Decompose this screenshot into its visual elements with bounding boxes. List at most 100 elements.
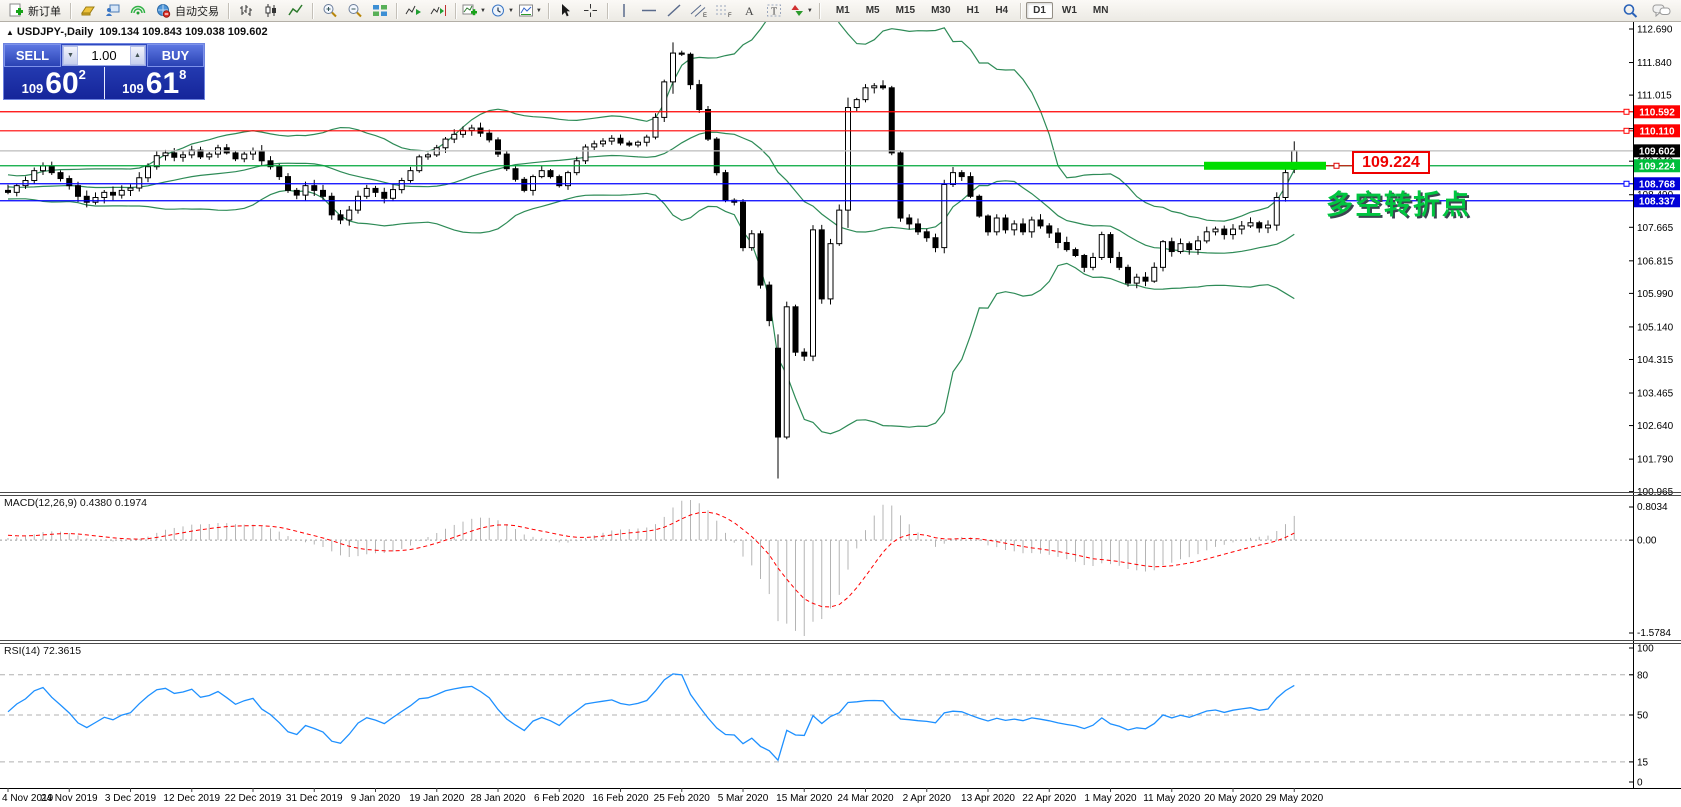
candle bbox=[1274, 197, 1279, 225]
timeframe-H1[interactable]: H1 bbox=[960, 2, 987, 19]
timeframe-M5[interactable]: M5 bbox=[859, 2, 887, 19]
sell-button[interactable]: SELL bbox=[4, 44, 61, 67]
date-axis-label: 29 May 2020 bbox=[1265, 793, 1323, 804]
metaeditor-button[interactable] bbox=[75, 1, 100, 20]
periods-button[interactable]: ▼ bbox=[488, 1, 516, 20]
candle bbox=[758, 234, 763, 285]
zoom-out-button[interactable] bbox=[342, 1, 367, 20]
turning-point-text-annotation[interactable]: 多空转折点 bbox=[1326, 183, 1471, 222]
triangle-up-icon: ▲ bbox=[134, 52, 141, 59]
candle bbox=[391, 190, 396, 199]
rsi-panel bbox=[0, 674, 1633, 762]
vertical-line-icon bbox=[617, 3, 631, 18]
templates-button[interactable]: ▼ bbox=[516, 1, 544, 20]
text-label-button[interactable]: T bbox=[762, 1, 787, 20]
zoom-in-button[interactable] bbox=[317, 1, 342, 20]
price-badge-text: 109.224 bbox=[1639, 161, 1676, 172]
volume-input[interactable] bbox=[78, 46, 130, 65]
separator bbox=[396, 3, 397, 19]
trade-panel-controls: SELL ▼ ▲ BUY bbox=[4, 44, 204, 67]
candle bbox=[233, 153, 238, 159]
line-chart-button[interactable] bbox=[283, 1, 308, 20]
toolbar: 新订单 自动交易 ▼ ▼ ▼ E F A T ▼ M1M5M15M30H1H4 D… bbox=[0, 0, 1681, 22]
chat-button[interactable] bbox=[1649, 1, 1674, 20]
candle bbox=[653, 117, 658, 137]
gold-box-icon bbox=[80, 3, 96, 18]
timeframe-W1[interactable]: W1 bbox=[1055, 2, 1084, 19]
autotrading-button[interactable]: 自动交易 bbox=[150, 1, 224, 20]
vertical-line-button[interactable] bbox=[612, 1, 637, 20]
candle bbox=[259, 151, 264, 161]
candle bbox=[828, 244, 833, 299]
candle bbox=[837, 210, 842, 244]
text-button[interactable]: A bbox=[737, 1, 762, 20]
candle bbox=[1038, 220, 1043, 226]
trendline-button[interactable] bbox=[662, 1, 687, 20]
candle bbox=[924, 232, 929, 238]
auto-scroll-button[interactable] bbox=[401, 1, 426, 20]
bar-chart-button[interactable] bbox=[233, 1, 258, 20]
zoom-out-icon bbox=[347, 3, 363, 18]
sell-price[interactable]: 109 60 2 bbox=[4, 67, 105, 99]
virtual-hosting-button[interactable] bbox=[100, 1, 125, 20]
candle bbox=[767, 285, 772, 321]
volume-decrease-button[interactable]: ▼ bbox=[63, 46, 78, 65]
thick-green-line-annotation[interactable] bbox=[1204, 162, 1326, 170]
price-axis-tick: 112.690 bbox=[1637, 25, 1673, 36]
volume-increase-button[interactable]: ▲ bbox=[130, 46, 145, 65]
sell-price-big: 60 bbox=[45, 71, 78, 97]
terminal-icon bbox=[105, 3, 121, 18]
timeframe-H4[interactable]: H4 bbox=[988, 2, 1015, 19]
cursor-button[interactable] bbox=[553, 1, 578, 20]
buy-button[interactable]: BUY bbox=[147, 44, 204, 67]
candle bbox=[41, 166, 46, 171]
candle bbox=[898, 153, 903, 218]
candle bbox=[933, 238, 938, 248]
price-level-box-annotation[interactable]: 109.224 bbox=[1352, 151, 1430, 174]
tile-windows-button[interactable] bbox=[367, 1, 392, 20]
candle bbox=[697, 85, 702, 110]
buy-price[interactable]: 109 61 8 bbox=[105, 67, 205, 99]
chart-shift-button[interactable] bbox=[426, 1, 451, 20]
fibonacci-button[interactable]: F bbox=[712, 1, 737, 20]
new-order-button[interactable]: 新订单 bbox=[3, 1, 66, 20]
volume-control: ▼ ▲ bbox=[62, 45, 146, 66]
indicators-button[interactable]: ▼ bbox=[460, 1, 488, 20]
timeframe-MN[interactable]: MN bbox=[1086, 2, 1116, 19]
macd-axis-tick: -1.5784 bbox=[1637, 628, 1671, 639]
timeframe-M15[interactable]: M15 bbox=[889, 2, 922, 19]
arrows-button[interactable]: ▼ bbox=[787, 1, 815, 20]
horizontal-line-button[interactable] bbox=[637, 1, 662, 20]
rsi-value: 72.3615 bbox=[43, 645, 81, 657]
candle bbox=[889, 88, 894, 153]
candle bbox=[1073, 250, 1078, 256]
candle bbox=[811, 230, 816, 356]
candle bbox=[1143, 277, 1148, 281]
candle bbox=[32, 171, 37, 181]
crosshair-button[interactable] bbox=[578, 1, 603, 20]
equidistant-channel-button[interactable]: E bbox=[687, 1, 712, 20]
search-button[interactable] bbox=[1618, 1, 1643, 20]
timeframe-M30[interactable]: M30 bbox=[924, 2, 957, 19]
date-axis-label: 24 Mar 2020 bbox=[837, 793, 894, 804]
line-anchor bbox=[1624, 128, 1629, 133]
signals-button[interactable] bbox=[125, 1, 150, 20]
timeframe-D1[interactable]: D1 bbox=[1026, 2, 1053, 19]
symbol-collapse-icon: ▲ bbox=[6, 28, 14, 37]
candle bbox=[793, 307, 798, 352]
separator bbox=[548, 3, 549, 19]
price-axis-tick: 111.840 bbox=[1637, 58, 1672, 69]
date-axis-label: 24 Nov 2019 bbox=[41, 793, 98, 804]
triangle-down-icon: ▼ bbox=[67, 52, 74, 59]
candle bbox=[364, 188, 369, 196]
chart-canvas[interactable]: 112.690111.840111.015110.165109.340108.4… bbox=[0, 0, 1681, 807]
candle bbox=[93, 197, 98, 202]
zoom-in-icon bbox=[322, 3, 338, 18]
candle bbox=[1099, 235, 1104, 258]
svg-text:A: A bbox=[745, 4, 754, 18]
text-label-icon: T bbox=[766, 3, 782, 18]
candle bbox=[426, 155, 431, 157]
candlestick-chart-button[interactable] bbox=[258, 1, 283, 20]
candle bbox=[583, 147, 588, 161]
timeframe-M1[interactable]: M1 bbox=[829, 2, 857, 19]
